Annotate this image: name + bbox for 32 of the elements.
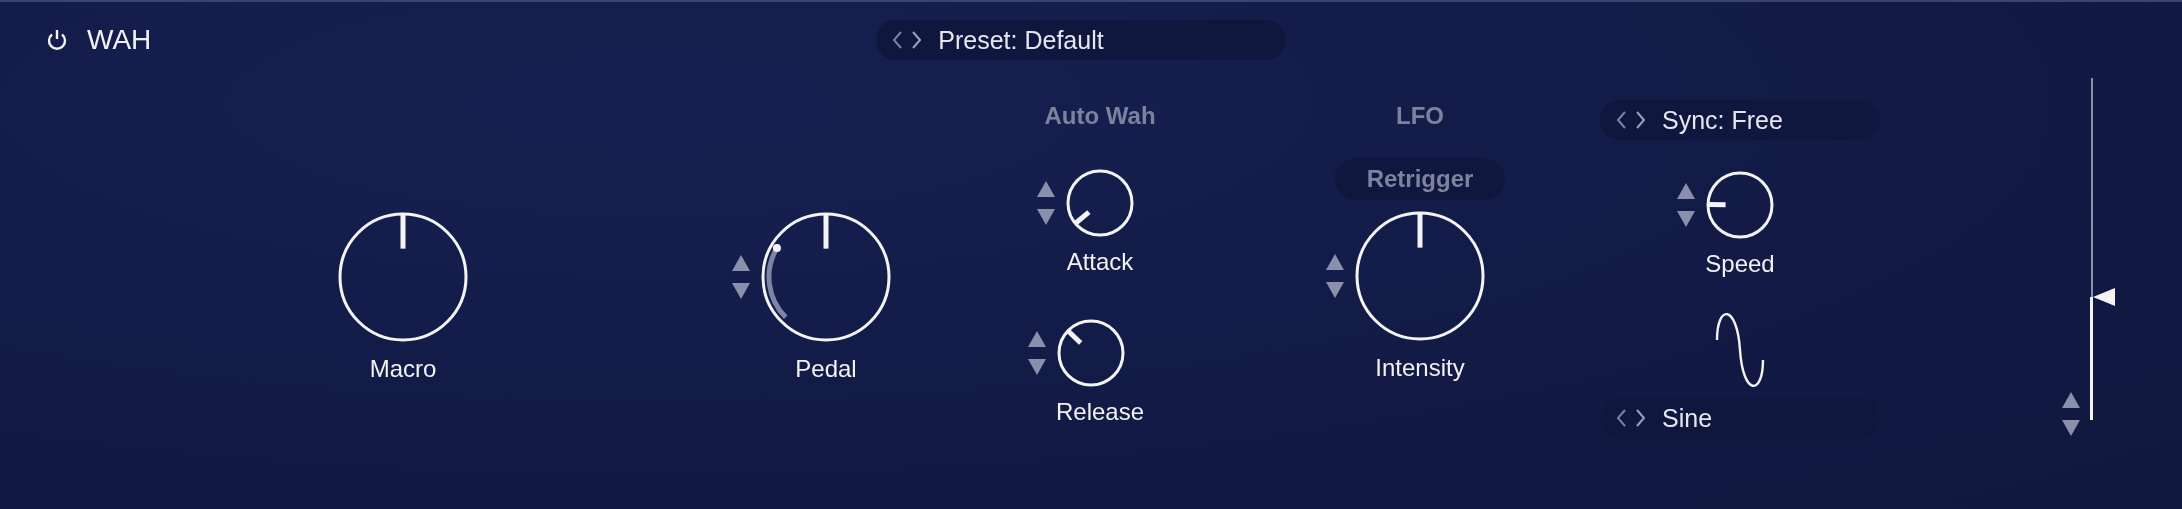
knob[interactable]	[1055, 318, 1126, 388]
sine-wave-icon	[1715, 310, 1765, 390]
stepper-arrows[interactable]	[1675, 181, 1697, 229]
stepper-arrows[interactable]	[1025, 329, 1048, 377]
knob[interactable]	[1705, 170, 1775, 240]
knob[interactable]	[337, 211, 469, 343]
selector[interactable]: Preset: Default	[876, 20, 1287, 60]
selector-value: Sine	[1662, 403, 1713, 433]
selector-value: Preset: Default	[938, 25, 1104, 55]
power-icon[interactable]	[45, 28, 69, 52]
stepper-arrows[interactable]	[730, 253, 752, 301]
knob-label: Release	[1055, 398, 1145, 426]
stepper-arrows[interactable]	[1035, 179, 1057, 227]
section-title: LFO	[1396, 102, 1444, 130]
knob[interactable]	[1065, 168, 1135, 238]
retrigger-toggle[interactable]: Retrigger	[1335, 158, 1505, 200]
selector-value: Sync: Free	[1662, 105, 1783, 135]
knob-label: Speed	[1705, 250, 1775, 278]
selector[interactable]: Sync: Free	[1600, 100, 1880, 140]
knob-label: Attack	[1066, 248, 1134, 276]
selector[interactable]: Sine	[1600, 398, 1880, 438]
knob[interactable]	[1354, 210, 1486, 342]
section-title: Auto Wah	[1044, 102, 1156, 130]
stepper-arrows[interactable]	[1324, 252, 1346, 300]
knob[interactable]	[760, 211, 892, 343]
slider-thumb[interactable]	[2093, 286, 2115, 307]
knob-label: Macro	[369, 355, 437, 383]
knob-label: Pedal	[795, 355, 857, 383]
knob-label: Intensity	[1375, 354, 1465, 382]
effect-title: WAH	[87, 24, 152, 56]
stepper-arrows[interactable]	[2060, 390, 2082, 438]
vertical-slider[interactable]	[2090, 78, 2116, 420]
